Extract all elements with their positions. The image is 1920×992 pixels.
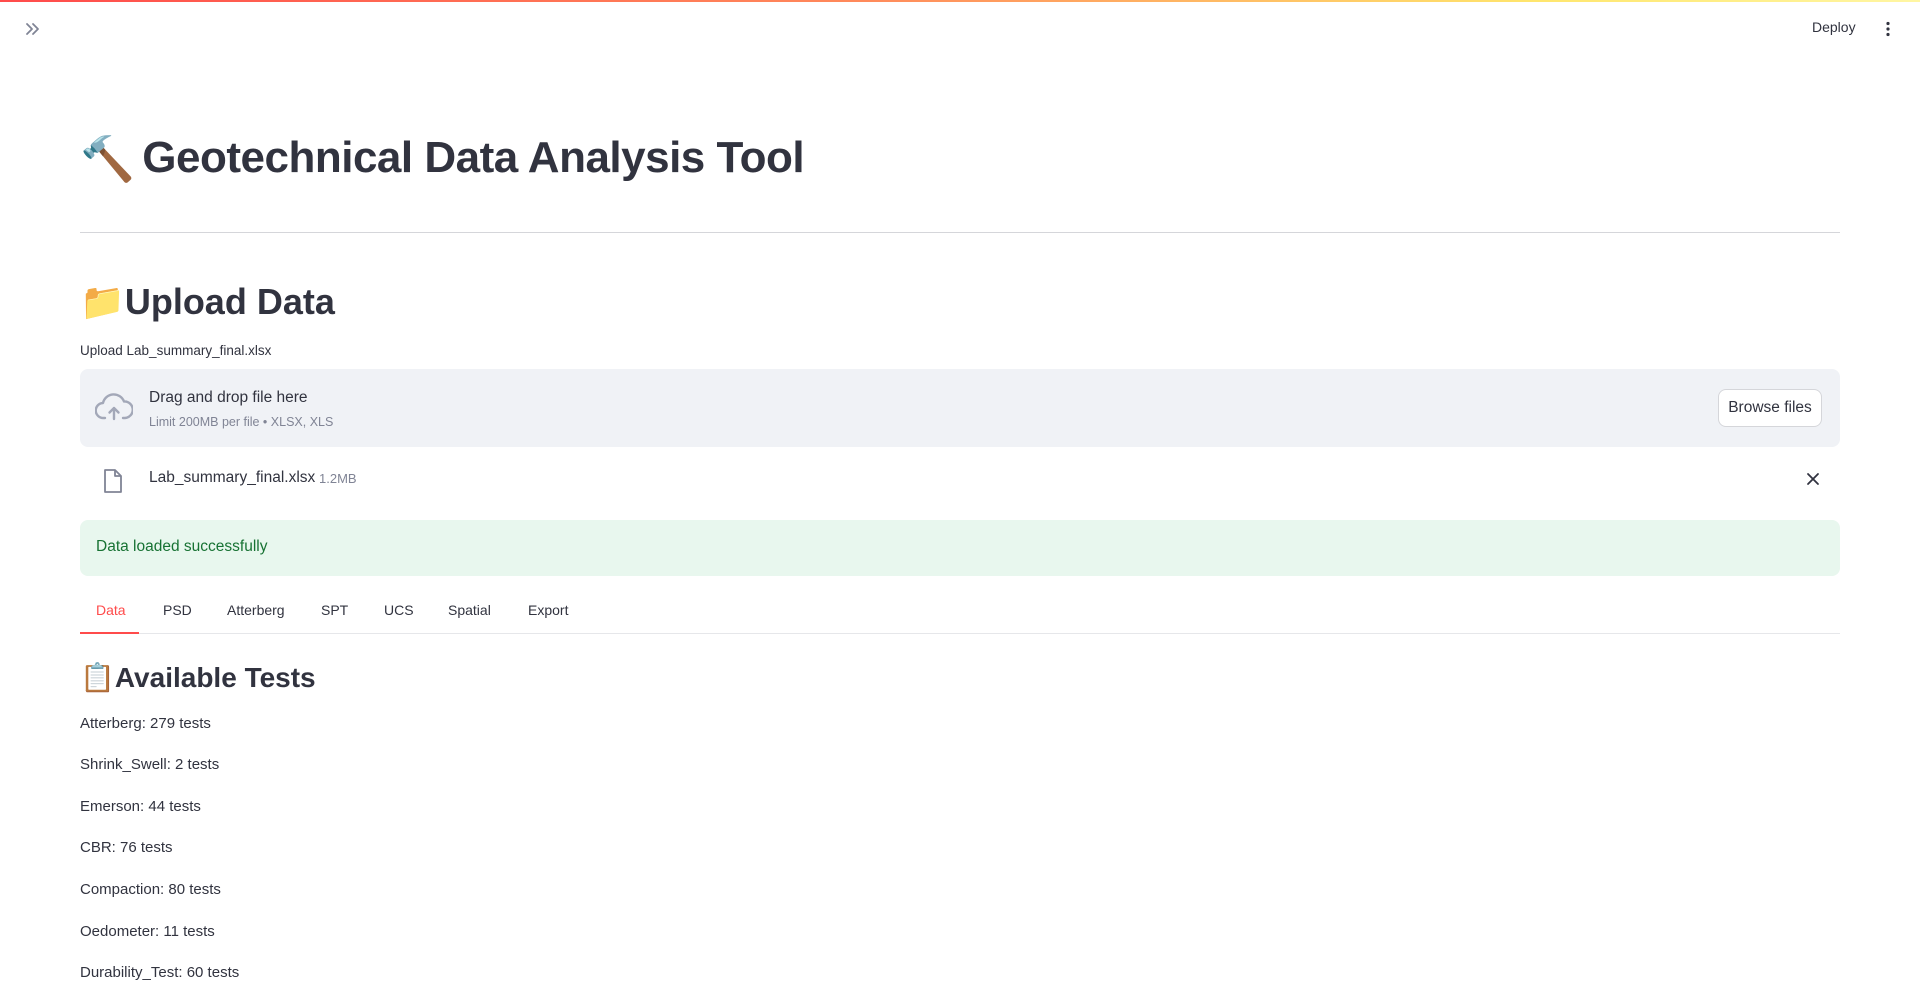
tab-bar: Data PSD Atterberg SPT UCS Spatial Expor… <box>80 592 1840 634</box>
test-count-item: Emerson: 44 tests <box>80 798 201 815</box>
success-alert-text: Data loaded successfully <box>96 538 268 555</box>
tab-data[interactable]: Data <box>96 602 126 618</box>
uploaded-file-size: 1.2MB <box>319 471 357 486</box>
file-uploader-label: Upload Lab_summary_final.xlsx <box>80 343 272 358</box>
available-tests-heading-text: Available Tests <box>114 662 316 693</box>
upload-heading-text: Upload Data <box>124 281 335 322</box>
top-decoration-bar <box>0 0 1920 2</box>
success-alert: Data loaded successfully <box>80 520 1840 576</box>
tab-bar-border <box>80 633 1840 634</box>
dropzone-instructions: Drag and drop file here <box>149 389 308 406</box>
available-tests-heading: 📋Available Tests <box>80 658 316 698</box>
cloud-upload-icon <box>95 393 133 421</box>
file-dropzone[interactable]: Drag and drop file here Limit 200MB per … <box>80 369 1840 447</box>
upload-heading: 📁Upload Data <box>80 278 335 326</box>
page-title: 🔨 Geotechnical Data Analysis Tool <box>80 128 805 190</box>
remove-file-button[interactable] <box>1804 470 1822 488</box>
more-vertical-icon <box>1886 21 1890 37</box>
main-menu-button[interactable] <box>1878 18 1898 40</box>
test-count-item: CBR: 76 tests <box>80 839 173 856</box>
test-count-item: Oedometer: 11 tests <box>80 923 215 940</box>
folder-icon: 📁 <box>80 281 125 322</box>
tab-psd[interactable]: PSD <box>163 602 192 618</box>
test-count-item: Atterberg: 279 tests <box>80 715 211 732</box>
browse-files-button[interactable]: Browse files <box>1718 389 1822 427</box>
tab-spatial[interactable]: Spatial <box>448 602 491 618</box>
active-tab-indicator <box>80 632 139 634</box>
tab-spt[interactable]: SPT <box>321 602 348 618</box>
dropzone-limit-text: Limit 200MB per file • XLSX, XLS <box>149 415 334 429</box>
tab-ucs[interactable]: UCS <box>384 602 414 618</box>
close-icon <box>1807 473 1819 485</box>
double-chevron-right-icon <box>26 23 39 35</box>
divider <box>80 232 1840 233</box>
test-count-item: Durability_Test: 60 tests <box>80 964 240 981</box>
test-count-item: Compaction: 80 tests <box>80 881 221 898</box>
uploaded-file-name: Lab_summary_final.xlsx <box>149 469 316 486</box>
hammer-icon: 🔨 <box>80 135 135 185</box>
expand-sidebar-button[interactable] <box>20 18 46 40</box>
tab-atterberg[interactable]: Atterberg <box>227 602 285 618</box>
tab-export[interactable]: Export <box>528 602 568 618</box>
test-count-item: Shrink_Swell: 2 tests <box>80 756 220 773</box>
deploy-button[interactable]: Deploy <box>1812 19 1856 35</box>
file-icon <box>104 469 122 493</box>
clipboard-icon: 📋 <box>80 662 115 693</box>
page-title-text: Geotechnical Data Analysis Tool <box>142 133 805 182</box>
